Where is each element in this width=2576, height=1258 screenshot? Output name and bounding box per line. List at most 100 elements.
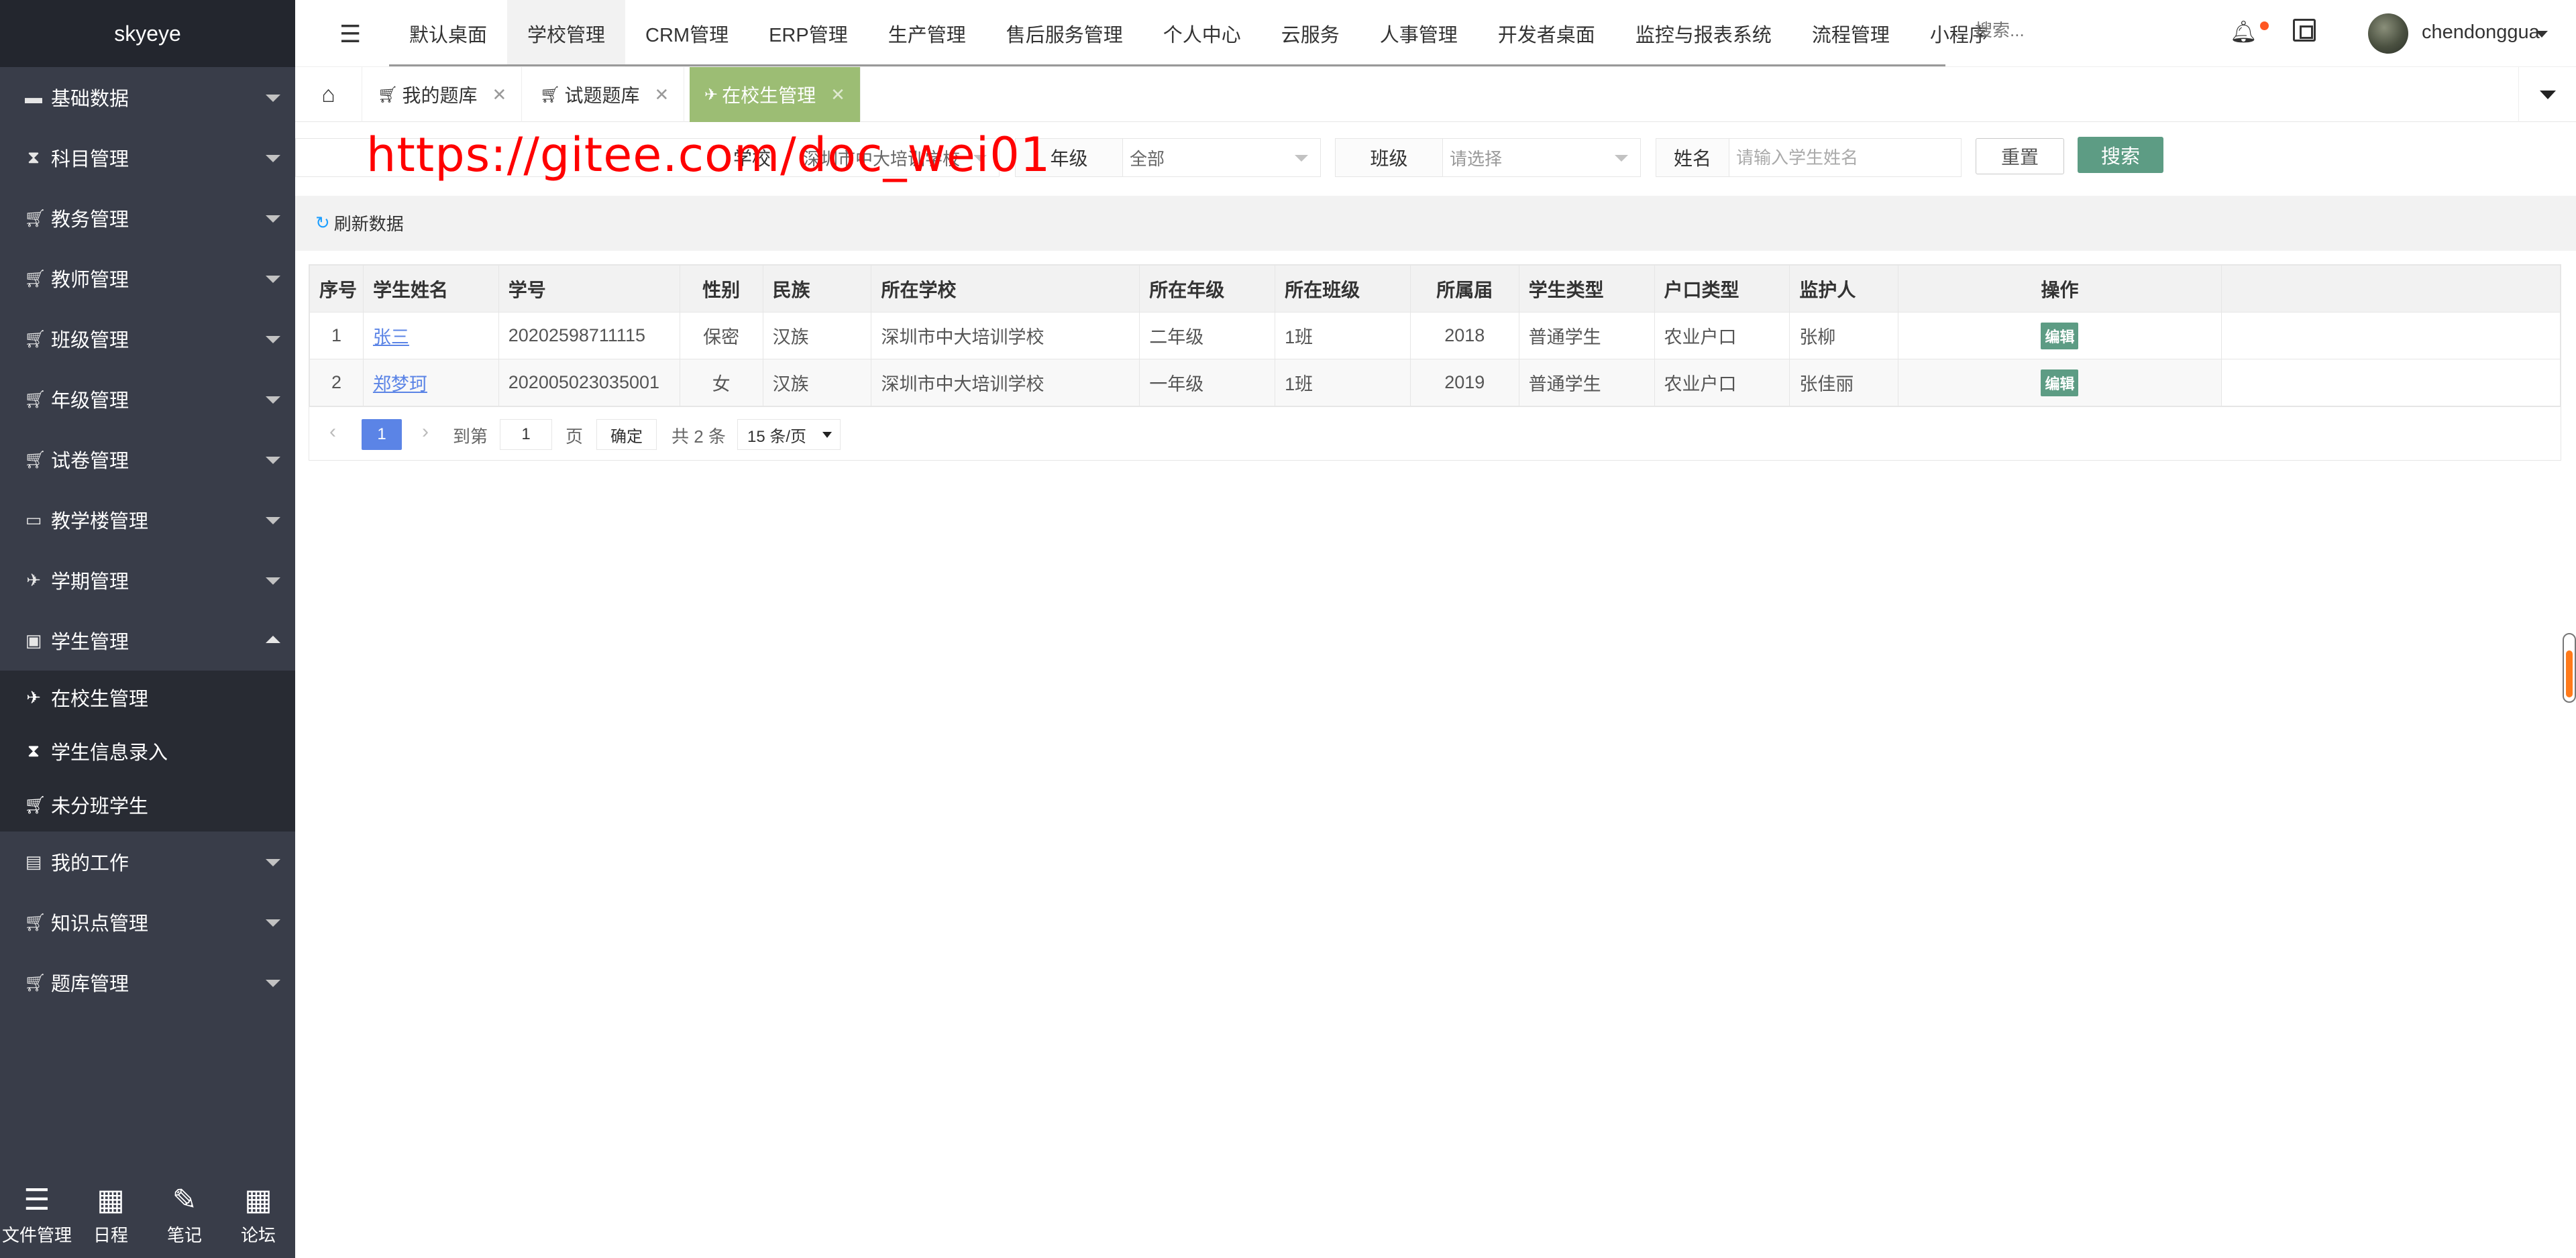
top-nav-item[interactable]: 默认桌面	[389, 0, 507, 67]
column-header[interactable]: 序号	[309, 265, 364, 312]
top-search-input[interactable]	[1975, 20, 2069, 41]
column-header[interactable]: 所属届	[1409, 265, 1519, 312]
sidebar-item[interactable]: 🛒︎ 教师管理	[0, 248, 295, 308]
brand-logo[interactable]: skyeye	[0, 0, 295, 67]
username[interactable]: chendonggua	[2422, 21, 2542, 44]
page-size-select[interactable]: 15 条/页	[737, 419, 841, 450]
table-cell: 汉族	[762, 312, 872, 359]
sidebar-bottom-button[interactable]: ▦ 日程	[74, 1171, 148, 1258]
class-filter[interactable]: 班级 请选择	[1335, 138, 1641, 177]
paper-plane-icon: ✈	[26, 569, 41, 590]
sidebar-item[interactable]: ▣ 学生管理	[0, 610, 295, 671]
sidebar-item[interactable]: 🛒︎ 班级管理	[0, 308, 295, 369]
sidebar-subitem[interactable]: 🛒︎ 未分班学生	[0, 778, 295, 832]
top-nav-item[interactable]: 学校管理	[507, 0, 626, 67]
top-nav-item[interactable]: 生产管理	[868, 0, 986, 67]
scrollbar[interactable]	[2563, 633, 2576, 703]
sidebar-item[interactable]: ✈ 学期管理	[0, 550, 295, 610]
student-name-link[interactable]: 张三	[373, 327, 409, 347]
goto-page-input[interactable]: 1	[500, 419, 552, 450]
refresh-button[interactable]: ↻ 刷新数据	[315, 211, 404, 235]
top-nav-item[interactable]: CRM管理	[625, 0, 749, 67]
sidebar-bottom-button[interactable]: ✎ 笔记	[148, 1171, 221, 1258]
column-header[interactable]: 所在班级	[1275, 265, 1411, 312]
table-cell: 女	[679, 359, 763, 406]
edit-button[interactable]: 编辑	[2041, 322, 2079, 349]
refresh-icon: ↻	[315, 213, 330, 233]
tabs-more-dropdown[interactable]	[2518, 67, 2576, 122]
table-cell: 普通学生	[1518, 312, 1655, 359]
paper-plane-icon: ✈	[704, 85, 718, 104]
top-nav-item[interactable]: 人事管理	[1360, 0, 1478, 67]
student-name-input[interactable]	[1729, 139, 1961, 176]
search-button[interactable]: 搜索	[2078, 137, 2163, 173]
table-cell: 编辑	[1898, 312, 2222, 359]
sidebar-item[interactable]: ▬ 基础数据	[0, 67, 295, 127]
page-current[interactable]: 1	[362, 419, 402, 450]
top-nav-item[interactable]: 监控与报表系统	[1615, 0, 1792, 67]
goto-confirm-button[interactable]: 确定	[596, 419, 657, 450]
column-header[interactable]: 户口类型	[1654, 265, 1790, 312]
chevron-down-icon	[266, 276, 280, 283]
column-header[interactable]: 操作	[1898, 265, 2222, 312]
sidebar-bottom-button[interactable]: ☰ 文件管理	[0, 1171, 74, 1258]
chevron-left-icon[interactable]: ‹	[329, 420, 336, 443]
tab-my-question-bank[interactable]: 🛒︎ 我的题库 ✕	[363, 67, 523, 122]
sidebar-bottom-button[interactable]: ▦ 论坛	[221, 1171, 295, 1258]
column-header[interactable]: 学号	[498, 265, 680, 312]
grade-select[interactable]: 全部	[1123, 139, 1320, 176]
column-header[interactable]: 监护人	[1789, 265, 1899, 312]
close-icon[interactable]: ✕	[830, 84, 845, 105]
top-nav-item[interactable]: 售后服务管理	[986, 0, 1143, 67]
top-nav-item[interactable]: 开发者桌面	[1478, 0, 1615, 67]
class-select[interactable]: 请选择	[1443, 139, 1640, 176]
column-header[interactable]: 所在学校	[871, 265, 1140, 312]
column-header[interactable]: 学生姓名	[362, 265, 499, 312]
avatar[interactable]	[2368, 13, 2408, 54]
column-header[interactable]: 性别	[679, 265, 763, 312]
top-nav-item[interactable]: 流程管理	[1792, 0, 1910, 67]
sidebar-subitem[interactable]: ✈ 在校生管理	[0, 671, 295, 724]
chevron-right-icon[interactable]: ›	[422, 420, 429, 443]
sidebar-item[interactable]: 🛒︎ 教务管理	[0, 188, 295, 248]
user-menu-caret-icon[interactable]	[2536, 31, 2548, 38]
fullscreen-icon[interactable]	[2293, 19, 2316, 42]
sidebar-item[interactable]: 🛒︎ 试卷管理	[0, 429, 295, 490]
class-placeholder: 请选择	[1450, 148, 1503, 169]
sidebar-item[interactable]: 🛒︎ 题库管理	[0, 952, 295, 1013]
sidebar-item-label: 年级管理	[51, 390, 129, 412]
top-nav-item[interactable]: ERP管理	[749, 0, 868, 67]
grade-filter[interactable]: 年级 全部	[1015, 138, 1321, 177]
cart-icon: 🛒︎	[24, 328, 47, 349]
name-filter[interactable]: 姓名	[1656, 138, 1962, 177]
home-icon[interactable]: ⌂	[295, 67, 362, 122]
sidebar-item[interactable]: ⧗ 科目管理	[0, 127, 295, 188]
tab-enrolled-students[interactable]: ✈ 在校生管理 ✕	[690, 67, 861, 122]
column-header[interactable]: 民族	[762, 265, 872, 312]
sidebar-item[interactable]: 🛒︎ 年级管理	[0, 369, 295, 429]
calendar-icon: ▦	[97, 1183, 125, 1216]
top-nav-item[interactable]: 云服务	[1261, 0, 1360, 67]
top-nav-item[interactable]: 个人中心	[1143, 0, 1261, 67]
table-cell: 保密	[679, 312, 763, 359]
table-row[interactable]: 1 张三 20202598711115 保密 汉族 深圳市中大培训学校 二年级 1班 2018 普…	[309, 312, 2561, 359]
column-header[interactable]: 学生类型	[1518, 265, 1655, 312]
close-icon[interactable]: ✕	[654, 84, 669, 105]
edit-button[interactable]: 编辑	[2041, 369, 2079, 396]
sidebar-item[interactable]: ▭ 教学楼管理	[0, 490, 295, 550]
chevron-down-icon	[266, 577, 280, 585]
sidebar-subitem[interactable]: ⧗ 学生信息录入	[0, 724, 295, 778]
close-icon[interactable]: ✕	[492, 84, 506, 105]
bell-icon[interactable]: 🔔︎	[2230, 19, 2257, 44]
reset-button[interactable]: 重置	[1976, 138, 2064, 174]
student-name-link[interactable]: 郑梦珂	[373, 374, 427, 394]
table-row[interactable]: 2 郑梦珂 202005023035001 女汉族 深圳市中大培训学校 一年级 1班 2019…	[309, 359, 2561, 406]
menu-toggle-icon[interactable]: ☰	[339, 20, 361, 48]
table-cell: 2018	[1409, 312, 1519, 359]
cart-icon: 🛒︎	[24, 449, 47, 469]
column-header[interactable]: 所在年级	[1139, 265, 1276, 312]
sidebar-item[interactable]: ▤ 我的工作	[0, 832, 295, 892]
sidebar-item[interactable]: 🛒︎ 知识点管理	[0, 892, 295, 952]
tab-question-bank[interactable]: 🛒︎ 试题题库 ✕	[525, 67, 685, 122]
top-navigation-bar: ☰ 默认桌面 学校管理 CRM管理 ERP管理 生产管理 售后服务管理 个人中心 云服务 人事管…	[295, 0, 2576, 67]
